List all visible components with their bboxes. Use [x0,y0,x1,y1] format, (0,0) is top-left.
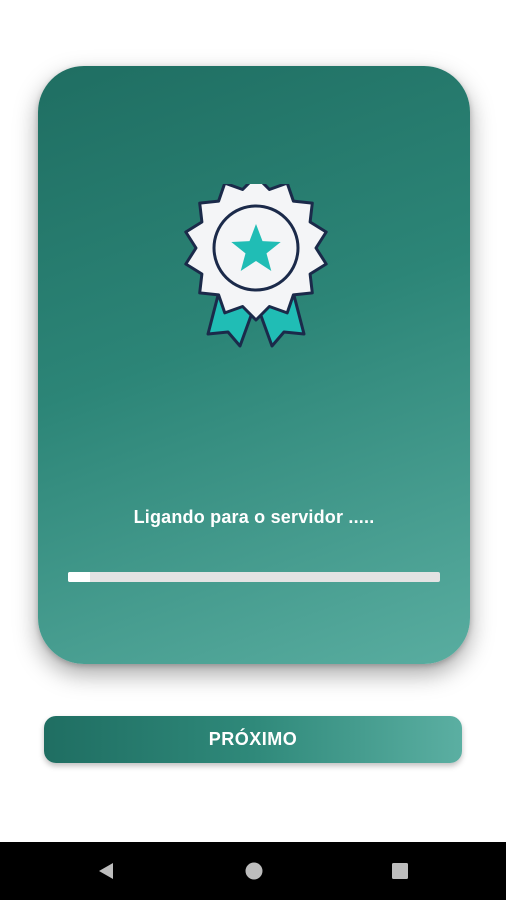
award-ribbon-icon [184,184,328,348]
progress-bar-fill [68,572,91,582]
status-text: Ligando para o servidor ..... [133,507,375,527]
home-circle-icon [245,862,263,880]
loading-card: Ligando para o servidor ..... [38,66,470,664]
nav-back-button[interactable] [76,842,136,900]
recent-apps-square-icon [392,863,408,879]
progress-bar [68,572,440,582]
back-triangle-icon [99,863,113,879]
screen: Ligando para o servidor ..... PRÓXIMO [0,0,506,900]
nav-home-button[interactable] [224,842,284,900]
next-button[interactable]: PRÓXIMO [44,716,462,763]
system-navigation-bar [0,842,506,900]
nav-recent-apps-button[interactable] [370,842,430,900]
